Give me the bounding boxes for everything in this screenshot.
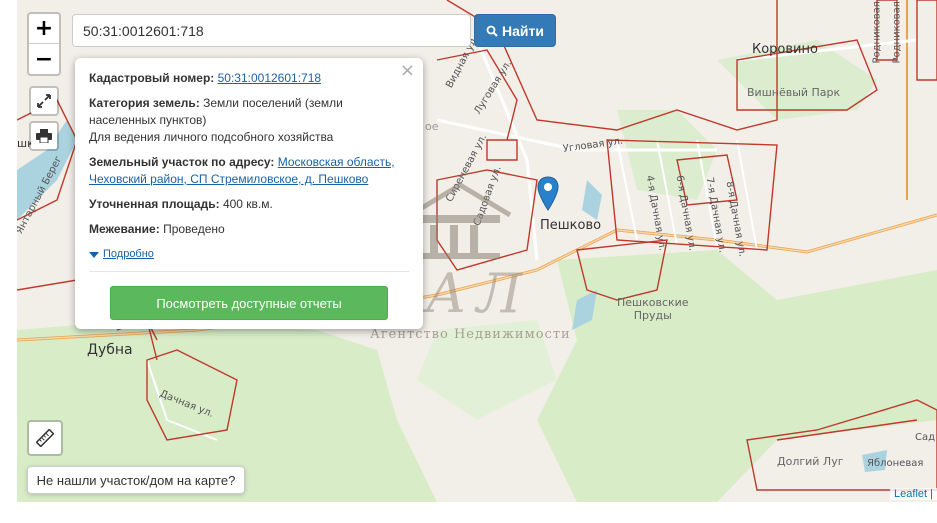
search-button-label: Найти: [502, 22, 544, 39]
map-attribution: Leaflet |: [890, 488, 937, 500]
cadastral-search-input[interactable]: [72, 14, 471, 47]
zoom-control: + −: [27, 12, 61, 76]
view-reports-button[interactable]: Посмотреть доступные отчеты: [110, 286, 388, 320]
cadastral-label: Кадастровый номер:: [89, 71, 215, 85]
search-button[interactable]: Найти: [474, 14, 556, 47]
not-found-button[interactable]: Не нашли участок/дом на карте?: [27, 466, 245, 494]
zoom-out-button[interactable]: −: [29, 44, 59, 74]
details-label: Подробно: [103, 248, 154, 260]
print-button[interactable]: [29, 121, 59, 151]
leaflet-link[interactable]: Leaflet: [894, 488, 927, 500]
street-rodnikovaya-1: Родниковая: [871, 1, 883, 64]
ruler-icon: [36, 429, 54, 447]
street-rodnikovaya-2: Родниковая: [891, 1, 903, 64]
caret-down-icon: [89, 251, 99, 258]
label-dubna: Дубна: [87, 342, 133, 358]
survey-label: Межевание:: [89, 222, 160, 236]
label-peshkovo: Пешково: [540, 218, 602, 233]
print-icon: [36, 129, 52, 143]
fullscreen-button[interactable]: [29, 86, 59, 116]
label-yablonevaya: Яблоневая: [867, 458, 924, 469]
label-sad: Сад: [915, 432, 936, 443]
attribution-separator: |: [927, 488, 933, 500]
label-dolgiy-lug: Долгий Луг: [777, 455, 844, 468]
popup-close-icon[interactable]: ×: [400, 62, 415, 80]
popup-divider: [89, 271, 409, 272]
address-label: Земельный участок по адресу:: [89, 155, 275, 169]
area-value: 400 кв.м.: [222, 197, 273, 211]
label-peshkovskie-prudy: Пешковские Пруды: [617, 296, 689, 322]
fullscreen-icon: [37, 94, 51, 108]
cadastral-link[interactable]: 50:31:0012601:718: [218, 71, 321, 85]
parcel-info-popup: × Кадастровый номер: 50:31:0012601:718 К…: [75, 58, 423, 329]
address-row: Земельный участок по адресу: Московская …: [89, 154, 409, 188]
survey-row: Межевание: Проведено: [89, 221, 409, 238]
area-label: Уточненная площадь:: [89, 197, 220, 211]
watermark-subtitle: Агентство Недвижимости: [370, 327, 571, 342]
label-korovino: Коровино: [752, 42, 818, 57]
survey-value: Проведено: [163, 222, 225, 236]
map-marker-icon[interactable]: [537, 176, 559, 217]
zoom-in-button[interactable]: +: [29, 14, 59, 44]
category-row: Категория земель: Земли поселений (земли…: [89, 95, 409, 146]
details-toggle[interactable]: Подробно: [89, 246, 409, 263]
category-label: Категория земель:: [89, 96, 200, 110]
category-use: Для ведения личного подсобного хозяйства: [89, 130, 334, 144]
search-icon: [486, 25, 498, 37]
ruler-button[interactable]: [27, 420, 63, 456]
label-oe: ое: [425, 120, 439, 133]
label-vishnevy-park: Вишнёвый Парк: [747, 86, 841, 99]
area-row: Уточненная площадь: 400 кв.м.: [89, 196, 409, 213]
cadastral-row: Кадастровый номер: 50:31:0012601:718: [89, 70, 409, 87]
